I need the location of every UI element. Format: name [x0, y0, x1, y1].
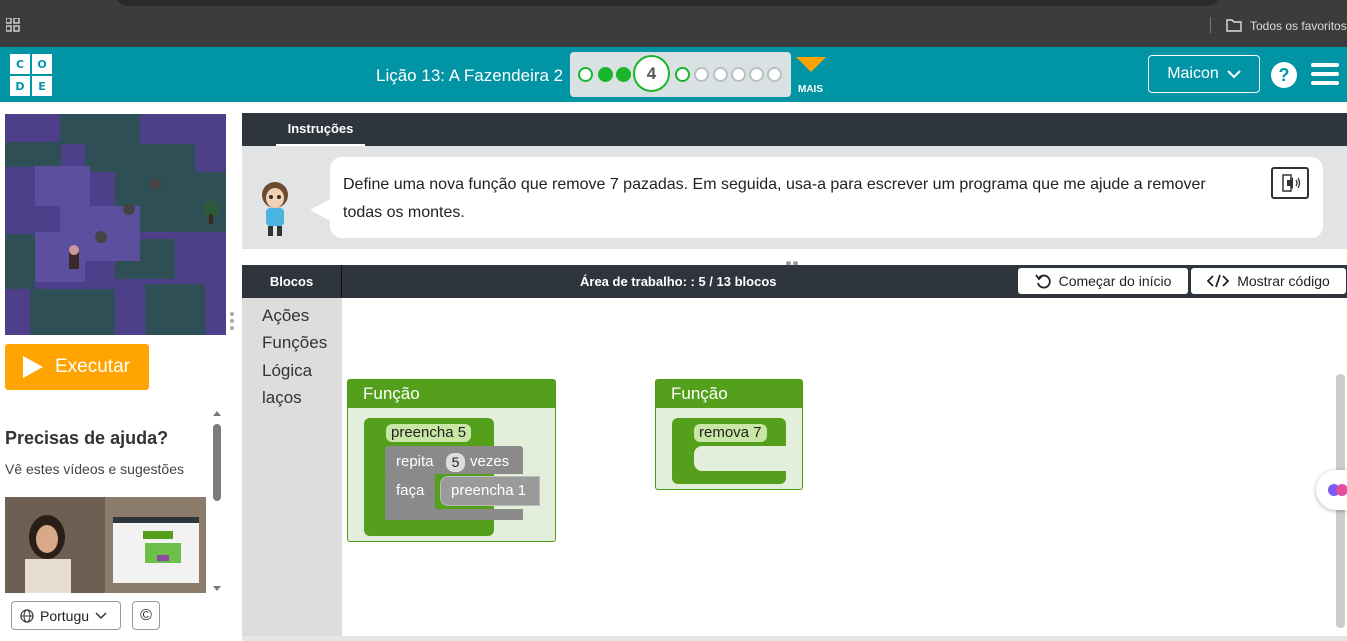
- show-code-button[interactable]: Mostrar código: [1191, 268, 1346, 294]
- code-logo[interactable]: C O D E: [10, 54, 52, 96]
- do-label: faça: [396, 482, 425, 499]
- help-video-thumbnail[interactable]: [5, 497, 206, 593]
- tab-instructions[interactable]: Instruções: [276, 113, 365, 146]
- tab-blocks[interactable]: Blocos: [242, 265, 342, 298]
- function-block-fill[interactable]: Função preencha 5 repita 5 vezes faça pr…: [347, 379, 556, 542]
- repeat-block-footer: [385, 509, 523, 520]
- level-dot[interactable]: [767, 67, 782, 82]
- restart-button[interactable]: Começar do início: [1018, 268, 1188, 294]
- brain-icon: [1328, 484, 1347, 496]
- run-label: Executar: [55, 356, 130, 377]
- function-name-field[interactable]: preencha 5: [386, 424, 472, 442]
- level-dot[interactable]: [616, 67, 631, 82]
- function-name-field[interactable]: remova 7: [694, 424, 767, 442]
- bookmark-separator: [1210, 17, 1211, 33]
- help-button[interactable]: ?: [1271, 62, 1297, 88]
- farmer-maze-canvas: [5, 114, 226, 335]
- toolbox-category-logic[interactable]: Lógica: [262, 361, 312, 381]
- address-bar[interactable]: [115, 0, 1220, 6]
- blockly-workspace[interactable]: Função preencha 5 repita 5 vezes faça pr…: [342, 298, 1347, 636]
- instruction-text: Define uma nova função que remove 7 paza…: [343, 176, 1206, 221]
- language-selector[interactable]: Portugu: [11, 601, 121, 630]
- copyright-button[interactable]: ©: [132, 601, 160, 630]
- toolbox-category-actions[interactable]: Ações: [262, 306, 309, 326]
- globe-icon: [20, 608, 34, 623]
- pane-resize-handle[interactable]: [230, 312, 236, 334]
- chevron-down-icon: [796, 57, 826, 72]
- workspace-title: Área de trabalho: : 5 / 13 blocos: [580, 274, 777, 289]
- text-to-speech-button[interactable]: [1271, 167, 1309, 199]
- repeat-count-field[interactable]: 5: [446, 453, 465, 472]
- help-scrollbar-thumb[interactable]: [213, 424, 221, 501]
- function-header: Função: [656, 380, 802, 408]
- folder-icon[interactable]: [1226, 19, 1242, 32]
- level-progress: 4: [570, 52, 791, 97]
- run-button[interactable]: Executar: [5, 344, 149, 390]
- call-function-label: preencha 1: [451, 482, 527, 499]
- help-subheading: Vê estes vídeos e sugestões: [5, 461, 184, 477]
- instructions-resize-handle[interactable]: [786, 253, 806, 284]
- browser-toolbar: Todos os favoritos: [0, 0, 1347, 47]
- function-header: Função: [348, 380, 555, 408]
- site-header: C O D E Lição 13: A Fazendeira 2 4 MAIS …: [0, 47, 1347, 102]
- times-label: vezes: [470, 453, 510, 470]
- chevron-down-icon: [1227, 70, 1241, 79]
- speech-bubble-tail: [310, 198, 332, 222]
- undo-icon: [1034, 274, 1051, 289]
- lesson-title[interactable]: Lição 13: A Fazendeira 2: [376, 66, 563, 86]
- logo-letter: D: [10, 76, 30, 96]
- farmer-avatar: [262, 182, 288, 236]
- function-body-slot[interactable]: [694, 446, 786, 471]
- repeat-label: repita: [396, 453, 434, 470]
- chevron-down-icon: [95, 611, 107, 619]
- current-level-dot[interactable]: 4: [633, 55, 670, 92]
- level-dot[interactable]: [713, 67, 728, 82]
- logo-letter: E: [32, 76, 52, 96]
- workspace-header: Blocos Área de trabalho: : 5 / 13 blocos…: [242, 265, 1347, 298]
- toolbox-category-functions[interactable]: Funções: [262, 333, 327, 353]
- more-levels-button[interactable]: MAIS: [796, 57, 826, 99]
- user-menu-button[interactable]: Maicon: [1148, 55, 1260, 93]
- instruction-bubble: Define uma nova função que remove 7 paza…: [330, 157, 1323, 238]
- logo-letter: O: [32, 54, 52, 74]
- toolbox-category-loops[interactable]: laços: [262, 388, 302, 408]
- speaker-icon: [1282, 174, 1301, 192]
- code-icon: [1207, 274, 1230, 288]
- hamburger-menu-icon[interactable]: [1311, 63, 1339, 85]
- show-code-label: Mostrar código: [1237, 273, 1330, 289]
- user-name: Maicon: [1167, 65, 1219, 82]
- function-block-remove[interactable]: Função remova 7: [655, 379, 803, 490]
- help-heading: Precisas de ajuda?: [5, 428, 169, 448]
- level-dot[interactable]: [598, 67, 613, 82]
- language-label: Portugu: [40, 607, 90, 624]
- more-label: MAIS: [798, 84, 823, 95]
- level-dot[interactable]: [694, 67, 709, 82]
- level-dot[interactable]: [578, 67, 593, 82]
- level-dot[interactable]: [675, 67, 690, 82]
- level-dot[interactable]: [749, 67, 764, 82]
- apps-grid-icon[interactable]: [6, 18, 20, 32]
- level-dot[interactable]: [731, 67, 746, 82]
- instructions-header: Instruções: [242, 113, 1347, 146]
- all-bookmarks-link[interactable]: Todos os favoritos: [1250, 19, 1347, 33]
- restart-label: Começar do início: [1058, 273, 1172, 289]
- logo-letter: C: [10, 54, 30, 74]
- visualization-pane: Executar Precisas de ajuda? Vê estes víd…: [0, 102, 234, 641]
- workspace-bottom-edge: [242, 636, 1347, 641]
- play-icon: [23, 356, 43, 378]
- block-toolbox: Ações Funções Lógica laços: [242, 298, 342, 636]
- instructions-panel: Define uma nova função que remove 7 paza…: [242, 146, 1347, 249]
